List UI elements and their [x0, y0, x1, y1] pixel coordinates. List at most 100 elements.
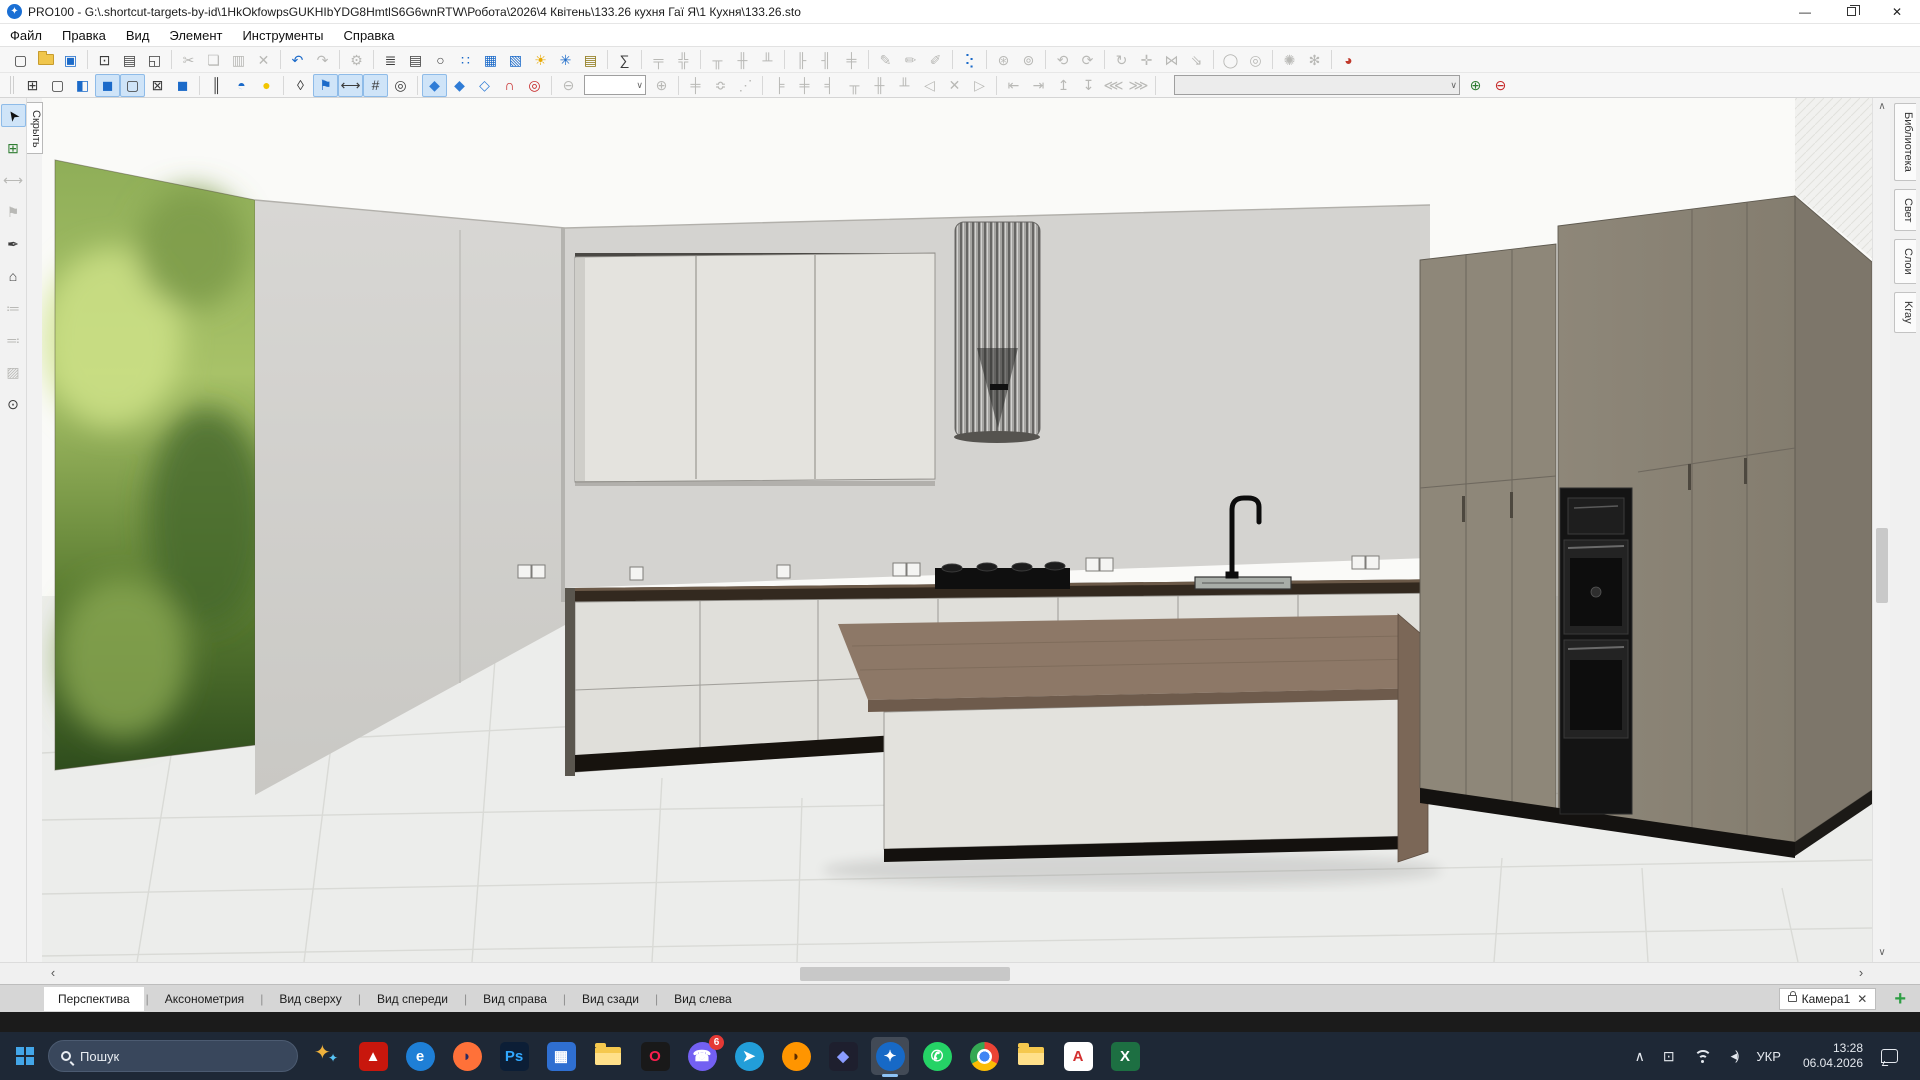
- toolbar-grip[interactable]: [10, 76, 14, 94]
- new-file-button[interactable]: ▢: [8, 48, 33, 71]
- distribute-grid-button[interactable]: ╬: [671, 48, 696, 71]
- scroll-right-button[interactable]: ›: [1850, 963, 1872, 985]
- panel-tab-library[interactable]: Библиотека: [1894, 103, 1916, 181]
- rotate-right-button[interactable]: ⟳: [1075, 48, 1100, 71]
- draw-line-button[interactable]: ✎: [873, 48, 898, 71]
- group-button[interactable]: ⊛: [991, 48, 1016, 71]
- draw-shape-button[interactable]: ✏: [898, 48, 923, 71]
- paste-button[interactable]: ▥: [226, 48, 251, 71]
- align-top-button[interactable]: ╥: [705, 48, 730, 71]
- horizontal-scrollbar[interactable]: ‹ ›: [0, 962, 1920, 984]
- taskbar-app-opera[interactable]: O: [636, 1037, 674, 1075]
- dimensions-button[interactable]: ⟷: [338, 74, 363, 97]
- view-tab-left[interactable]: Вид слева: [660, 987, 746, 1011]
- start-button[interactable]: [16, 1047, 34, 1065]
- pipette-tool[interactable]: ✒: [1, 232, 26, 255]
- estimate-sigma-button[interactable]: ∑: [612, 48, 637, 71]
- center-target-button[interactable]: ◎: [522, 74, 547, 97]
- view-outline-button[interactable]: ⊠: [145, 74, 170, 97]
- redo-button[interactable]: ↷: [310, 48, 335, 71]
- taskbar-app-viber[interactable]: ☎6: [683, 1037, 721, 1075]
- spread-a-button[interactable]: ⋘: [1101, 74, 1126, 97]
- scroll-down-button[interactable]: ∨: [1873, 944, 1891, 962]
- camera-tab[interactable]: Камера1 ✕: [1779, 988, 1877, 1010]
- view-white-button[interactable]: ▢: [120, 74, 145, 97]
- view-hidden-line-button[interactable]: ▢: [45, 74, 70, 97]
- report-button[interactable]: ▤: [403, 48, 428, 71]
- view-textured-button[interactable]: ◼: [170, 74, 195, 97]
- shadows-button[interactable]: ◓: [229, 74, 254, 97]
- view-tab-back[interactable]: Вид сзади: [568, 987, 653, 1011]
- resize-button[interactable]: ⇘: [1184, 48, 1209, 71]
- taskbar-app-whatsapp[interactable]: ✆: [918, 1037, 956, 1075]
- copy-button[interactable]: ❏: [201, 48, 226, 71]
- dimension-tool[interactable]: ⟷: [1, 168, 26, 191]
- rotate-button[interactable]: ↻: [1109, 48, 1134, 71]
- scroll-up-button[interactable]: ∧: [1873, 98, 1891, 116]
- zoom-out-button[interactable]: ⊖: [556, 74, 581, 97]
- panel-tab-layers[interactable]: Слои: [1894, 239, 1916, 284]
- render-button[interactable]: ○: [428, 48, 453, 71]
- restore-button[interactable]: [1828, 0, 1874, 23]
- glow-b-button[interactable]: ✻: [1302, 48, 1327, 71]
- tray-camera-icon[interactable]: ⊡: [1663, 1048, 1675, 1065]
- cooker-hood[interactable]: [954, 222, 1040, 443]
- cut-button[interactable]: ✂: [176, 48, 201, 71]
- panel-tab-light[interactable]: Свет: [1894, 189, 1916, 231]
- taskbar-app-chrome[interactable]: [965, 1037, 1003, 1075]
- camera-tab-close-icon[interactable]: ✕: [1857, 992, 1867, 1006]
- zoom-level-combo[interactable]: ∨: [584, 75, 646, 95]
- visibility-button[interactable]: ◎: [388, 74, 413, 97]
- distribute-down-button[interactable]: ↧: [1076, 74, 1101, 97]
- delete-button[interactable]: ✕: [251, 48, 276, 71]
- view-shaded-button[interactable]: ◧: [70, 74, 95, 97]
- view-tab-axonometry[interactable]: Аксонометрия: [151, 987, 258, 1011]
- align-center-button[interactable]: ╪: [792, 74, 817, 97]
- snap-edges-button[interactable]: ◆: [422, 74, 447, 97]
- taskbar-app-acrobat[interactable]: ▲: [354, 1037, 392, 1075]
- taskbar-app-dark-app[interactable]: ◆: [824, 1037, 862, 1075]
- align-bottom-button[interactable]: ╨: [892, 74, 917, 97]
- view-wireframe-button[interactable]: ⊞: [20, 74, 45, 97]
- ellipse-front-button[interactable]: ◯: [1218, 48, 1243, 71]
- align-left-button[interactable]: ╞: [767, 74, 792, 97]
- copilot-icon[interactable]: ✦✦: [310, 1039, 344, 1073]
- note-tool[interactable]: ⚑: [1, 200, 26, 223]
- effects-button[interactable]: ✳: [553, 48, 578, 71]
- labels-button[interactable]: ◊: [288, 74, 313, 97]
- open-file-button[interactable]: [33, 48, 58, 71]
- magnet-button[interactable]: ∩: [497, 74, 522, 97]
- spread-b-button[interactable]: ⋙: [1126, 74, 1151, 97]
- print-setup-button[interactable]: ⊡: [92, 48, 117, 71]
- select-tool[interactable]: ➤: [1, 104, 26, 127]
- design-canvas[interactable]: [42, 98, 1872, 962]
- sink[interactable]: [1195, 577, 1291, 589]
- settings-button[interactable]: ⚙: [344, 48, 369, 71]
- distribute-right-button[interactable]: ⇥: [1026, 74, 1051, 97]
- pair-right-button[interactable]: ╢: [814, 48, 839, 71]
- taskbar-app-excel[interactable]: X: [1106, 1037, 1144, 1075]
- vertical-scroll-thumb[interactable]: [1876, 528, 1888, 603]
- new-element-tool[interactable]: ⊞: [1, 136, 26, 159]
- center-vertical-button[interactable]: ≎: [708, 74, 733, 97]
- pair-left-button[interactable]: ╟: [789, 48, 814, 71]
- menu-view[interactable]: Вид: [116, 26, 160, 45]
- snap-points-button[interactable]: ⢕: [957, 48, 982, 71]
- tilt-left-button[interactable]: ◁: [917, 74, 942, 97]
- kitchen-3d-view[interactable]: [42, 98, 1872, 962]
- glow-a-button[interactable]: ✺: [1277, 48, 1302, 71]
- snap-axis-button[interactable]: ◇: [472, 74, 497, 97]
- taskbar-app-edge[interactable]: e: [401, 1037, 439, 1075]
- taskbar-app-firefox[interactable]: ◗: [448, 1037, 486, 1075]
- price-list-button[interactable]: ▦: [478, 48, 503, 71]
- wifi-icon[interactable]: [1693, 1049, 1713, 1063]
- draw-path-button[interactable]: ✐: [923, 48, 948, 71]
- statistics-button[interactable]: ∷: [453, 48, 478, 71]
- align-right-button[interactable]: ╡: [817, 74, 842, 97]
- taskbar-app-pro100[interactable]: ✦: [871, 1037, 909, 1075]
- sunlight-button[interactable]: ☀: [528, 48, 553, 71]
- report-remove-button[interactable]: ⊖: [1488, 74, 1513, 97]
- skew-button[interactable]: ⋰: [733, 74, 758, 97]
- minimize-button[interactable]: —: [1782, 0, 1828, 23]
- close-button[interactable]: ✕: [1874, 0, 1920, 23]
